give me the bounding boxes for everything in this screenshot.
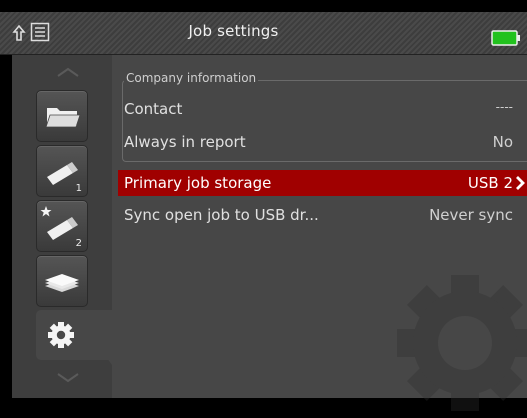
- gear-watermark-icon: [397, 275, 527, 411]
- sidebar-item-usb2[interactable]: 2: [36, 200, 88, 252]
- primary-job-storage-value: USB 2: [467, 174, 513, 192]
- sidebar-item-folder[interactable]: [36, 90, 88, 142]
- sidebar-item-usb1[interactable]: 1: [36, 145, 88, 197]
- active-tab-notch: [96, 321, 112, 365]
- sidebar-item-reports[interactable]: [36, 255, 88, 307]
- folder-icon: [45, 108, 81, 128]
- gear-icon: [48, 322, 74, 348]
- group-title: Company information: [124, 71, 259, 85]
- contact-value: ----: [495, 100, 513, 114]
- usb-number-label: 2: [75, 238, 82, 249]
- usb-number-label: 1: [75, 183, 82, 194]
- chevron-down-icon[interactable]: [56, 373, 80, 383]
- contact-label[interactable]: Contact: [124, 100, 182, 118]
- sync-job-value: Never sync: [429, 206, 513, 224]
- battery-icon: [491, 30, 520, 46]
- paper-stack-icon: [45, 274, 79, 292]
- page-title: Job settings: [188, 22, 279, 40]
- primary-job-storage-row[interactable]: Primary job storage USB 2: [118, 170, 527, 196]
- primary-job-storage-label: Primary job storage: [124, 174, 272, 192]
- chevron-right-icon: [516, 176, 525, 190]
- always-in-report-label[interactable]: Always in report: [124, 133, 246, 151]
- chevron-up-icon[interactable]: [56, 67, 80, 77]
- sync-job-label[interactable]: Sync open job to USB dr...: [124, 206, 319, 224]
- title-bar: Job settings: [0, 12, 527, 55]
- top-strip: [0, 0, 527, 12]
- always-in-report-value: No: [492, 133, 513, 151]
